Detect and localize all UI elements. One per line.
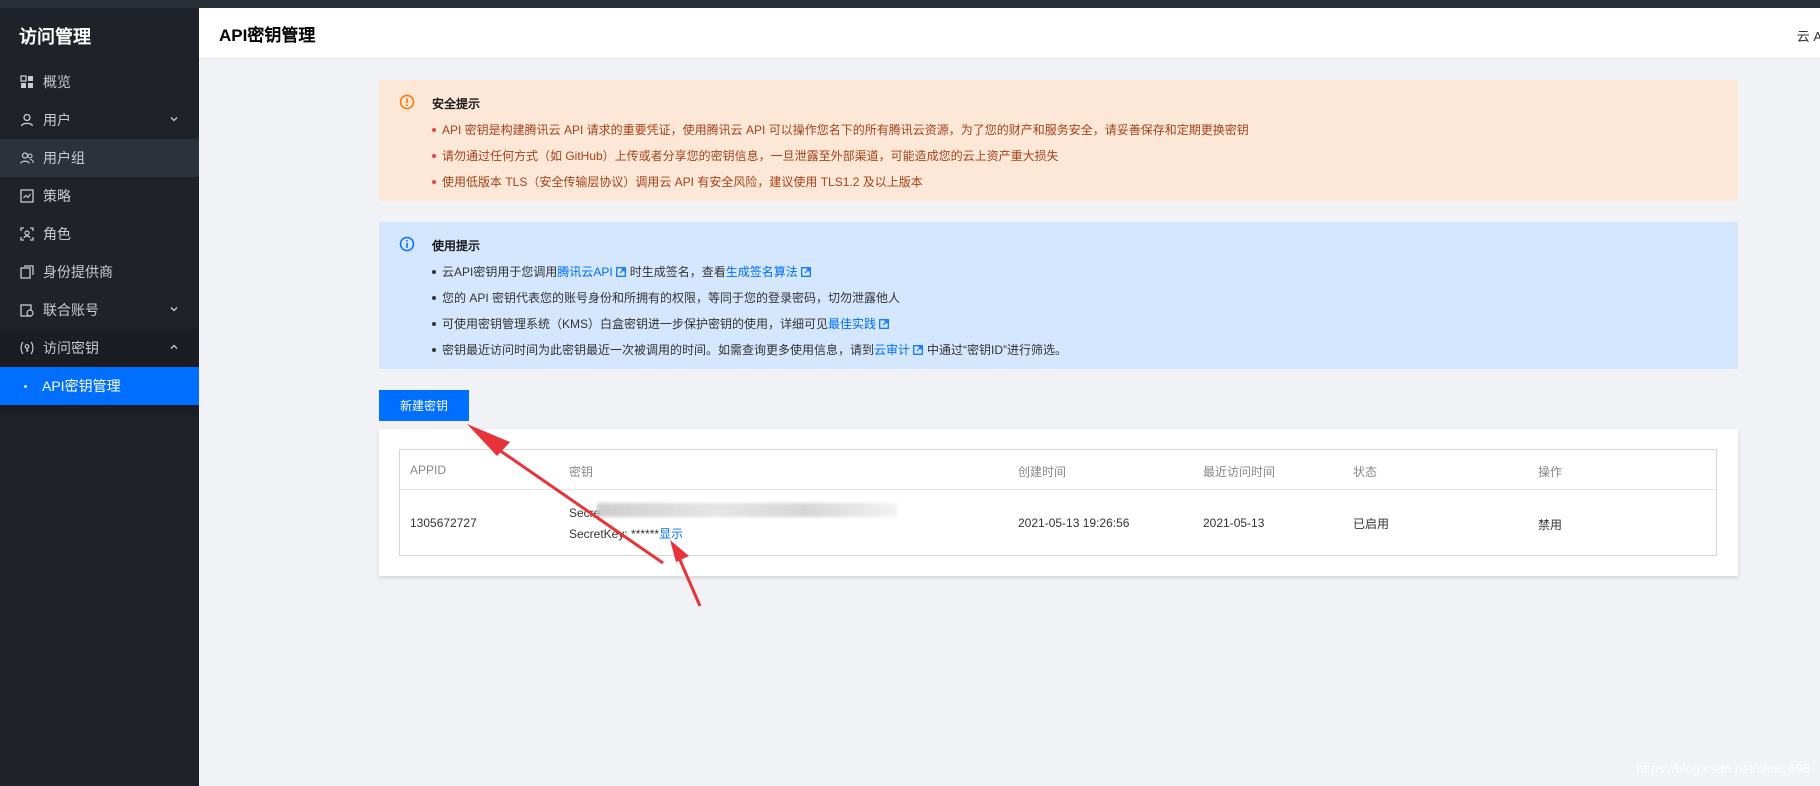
security-notice: 安全提示 API 密钥是构建腾讯云 API 请求的重要凭证，使用腾讯云 API … xyxy=(379,80,1738,201)
usage-notice-item: 可使用密钥管理系统（KMS）白盒密钥进一步保护密钥的使用，详细可见最佳实践 xyxy=(432,311,1738,337)
header-region-text[interactable]: 云 A xyxy=(1797,26,1820,45)
security-notice-item: API 密钥是构建腾讯云 API 请求的重要凭证，使用腾讯云 API 可以操作您… xyxy=(432,117,1738,143)
sidebar-item-label: 用户组 xyxy=(43,150,85,166)
policy-icon xyxy=(20,189,34,203)
usage-notice-item: 您的 API 密钥代表您的账号身份和所拥有的权限，等同于您的登录密码，切勿泄露他… xyxy=(432,285,1738,311)
usage-notice-item: 密钥最近访问时间为此密钥最近一次被调用的时间。如需查询更多使用信息，请到云审计 中… xyxy=(432,337,1738,363)
external-link-icon xyxy=(800,267,811,277)
secret-key-label: SecretKey: xyxy=(569,527,628,541)
usage-notice-item: 云API密钥用于您调用腾讯云API 时生成签名，查看生成签名算法 xyxy=(432,259,1738,285)
table-row: 1305672727 Secre SecretKey: ******显示 202… xyxy=(400,490,1716,556)
sidebar-item-label: 角色 xyxy=(43,226,71,242)
column-header-appid: APPID xyxy=(410,463,447,477)
sidebar-submenu-padding xyxy=(0,405,199,415)
sidebar-nav: 概览 用户 用户组 策略 角色 身份提供商 联合账号 访问密钥 API密钥管理 xyxy=(0,63,199,415)
signature-algorithm-link[interactable]: 生成签名算法 xyxy=(726,265,798,279)
created-time-cell: 2021-05-13 19:26:56 xyxy=(1018,516,1130,530)
usage-notice-title: 使用提示 xyxy=(432,239,481,253)
external-link-icon xyxy=(913,345,923,355)
sidebar-subitem-api-key-management[interactable]: API密钥管理 xyxy=(0,367,199,405)
federated-account-icon xyxy=(20,303,34,317)
show-secret-key-link[interactable]: 显示 xyxy=(659,527,683,541)
secret-id-redacted xyxy=(597,503,897,517)
page-title: API密钥管理 xyxy=(219,25,316,45)
sidebar-item-label: 用户 xyxy=(43,112,71,128)
sidebar-item-identity-providers[interactable]: 身份提供商 xyxy=(0,253,199,291)
usage-text: 中通过“密钥ID”进行筛选。 xyxy=(927,343,1068,357)
info-circle-icon xyxy=(399,236,415,252)
chevron-down-icon xyxy=(170,117,178,122)
external-link-icon xyxy=(879,319,889,329)
external-link-icon xyxy=(615,267,626,277)
sidebar-item-roles[interactable]: 角色 xyxy=(0,215,199,253)
sidebar: 访问管理 概览 用户 用户组 策略 角色 身份提供商 联合账号 访问密钥 API… xyxy=(0,8,199,786)
column-header-status: 状态 xyxy=(1353,465,1378,479)
sidebar-subitem-label: API密钥管理 xyxy=(42,378,121,394)
best-practice-link[interactable]: 最佳实践 xyxy=(828,317,876,331)
security-notice-list: API 密钥是构建腾讯云 API 请求的重要凭证，使用腾讯云 API 可以操作您… xyxy=(432,117,1738,195)
status-badge: 已启用 xyxy=(1353,517,1390,531)
sidebar-item-label: 策略 xyxy=(43,188,71,204)
tencent-cloud-api-link[interactable]: 腾讯云API xyxy=(557,265,612,279)
sidebar-item-overview[interactable]: 概览 xyxy=(0,63,199,101)
sidebar-item-federated-accounts[interactable]: 联合账号 xyxy=(0,291,199,329)
table-header: APPID 密钥 创建时间 最近访问时间 状态 操作 xyxy=(400,450,1716,490)
sidebar-item-label: 访问密钥 xyxy=(43,340,99,356)
security-notice-item: 请勿通过任何方式（如 GitHub）上传或者分享您的密钥信息，一旦泄露至外部渠道… xyxy=(432,143,1738,169)
user-icon xyxy=(20,113,34,127)
usage-text: 云API密钥用于您调用 xyxy=(442,265,558,279)
sidebar-item-policies[interactable]: 策略 xyxy=(0,177,199,215)
column-header-key: 密钥 xyxy=(569,465,594,479)
column-header-actions: 操作 xyxy=(1538,465,1563,479)
chevron-up-icon xyxy=(170,344,178,349)
sidebar-item-label: 联合账号 xyxy=(43,302,99,318)
sidebar-item-access-keys[interactable]: 访问密钥 xyxy=(0,329,199,367)
security-notice-item: 使用低版本 TLS（安全传输层协议）调用云 API 有安全风险，建议使用 TLS… xyxy=(432,169,1738,195)
usage-text: 密钥最近访问时间为此密钥最近一次被调用的时间。如需查询更多使用信息，请到 xyxy=(442,343,875,357)
api-key-table: APPID 密钥 创建时间 最近访问时间 状态 操作 1305672727 Se… xyxy=(399,449,1717,556)
top-bar xyxy=(0,0,1820,8)
api-key-table-card: APPID 密钥 创建时间 最近访问时间 状态 操作 1305672727 Se… xyxy=(379,429,1738,576)
chevron-down-icon xyxy=(170,307,178,312)
usage-text: 可使用密钥管理系统（KMS）白盒密钥进一步保护密钥的使用，详细可见 xyxy=(442,317,829,331)
bullet-dot xyxy=(24,384,27,388)
create-key-button[interactable]: 新建密钥 xyxy=(379,390,469,421)
role-icon xyxy=(20,227,34,241)
access-key-icon xyxy=(20,341,34,355)
user-group-icon xyxy=(20,151,34,165)
disable-key-link[interactable]: 禁用 xyxy=(1538,516,1562,533)
secret-key-mask: ****** xyxy=(631,527,660,541)
column-header-last-access: 最近访问时间 xyxy=(1203,465,1276,479)
identity-provider-icon xyxy=(20,265,34,279)
sidebar-item-label: 身份提供商 xyxy=(43,264,113,280)
overview-grid-icon xyxy=(20,75,34,89)
security-notice-title: 安全提示 xyxy=(432,97,481,111)
warning-circle-icon xyxy=(399,94,415,110)
page-header: API密钥管理 云 A xyxy=(199,8,1820,59)
watermark: https://blog.csdn.net/blue_698 xyxy=(1636,761,1810,776)
last-access-cell: 2021-05-13 xyxy=(1203,516,1265,530)
column-header-created: 创建时间 xyxy=(1018,465,1067,479)
secret-id-label: Secre xyxy=(569,506,601,520)
secret-key-cell: SecretKey: ******显示 xyxy=(569,525,683,542)
cloud-audit-link[interactable]: 云审计 xyxy=(874,343,910,357)
appid-cell: 1305672727 xyxy=(410,516,477,530)
sidebar-item-label: 概览 xyxy=(43,74,71,90)
sidebar-item-users[interactable]: 用户 xyxy=(0,101,199,139)
sidebar-title: 访问管理 xyxy=(19,26,91,47)
sidebar-item-user-groups[interactable]: 用户组 xyxy=(0,139,199,177)
usage-notice-list: 云API密钥用于您调用腾讯云API 时生成签名，查看生成签名算法 您的 API 密… xyxy=(432,259,1738,363)
usage-notice: 使用提示 云API密钥用于您调用腾讯云API 时生成签名，查看生成签名算法 您的 … xyxy=(379,222,1738,369)
usage-text: 时生成签名，查看 xyxy=(629,265,726,279)
